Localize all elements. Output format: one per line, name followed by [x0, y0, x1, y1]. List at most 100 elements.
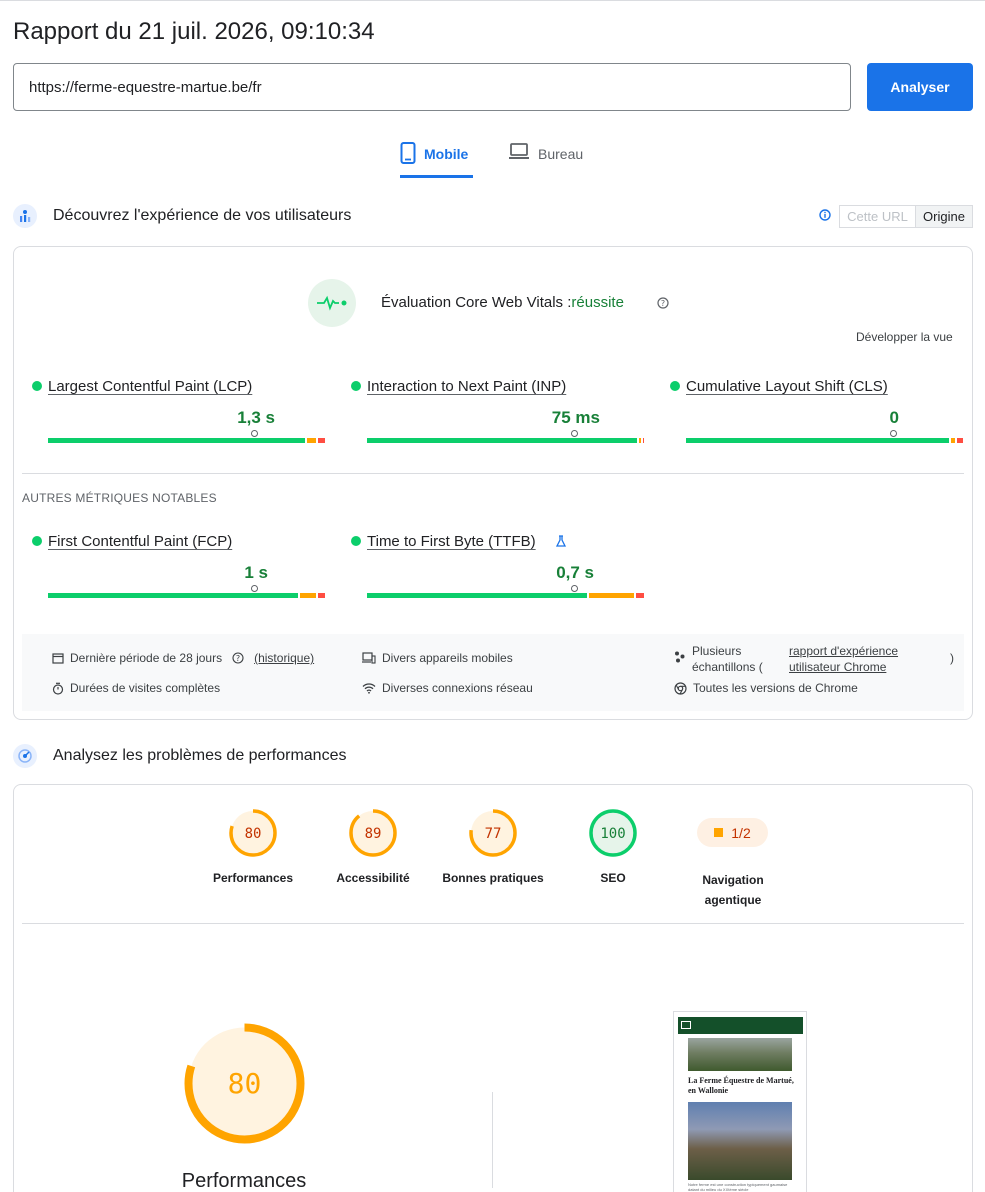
menu-icon: [681, 1021, 691, 1029]
cls-value: 0: [889, 408, 899, 427]
performance-big-label: Performances: [181, 1170, 307, 1192]
samples-icon: [675, 651, 685, 663]
expand-view-link[interactable]: Développer la vue: [856, 330, 953, 344]
score-gauge-label-3[interactable]: SEO: [553, 871, 673, 885]
fcp-distribution-bar: [48, 593, 325, 598]
tab-desktop-label: Bureau: [538, 146, 584, 162]
network-text: Diverses connexions réseau: [382, 681, 533, 695]
help-icon-period[interactable]: ?: [232, 652, 244, 664]
score-gauge-label-0[interactable]: Performances: [193, 871, 313, 885]
lcp-distribution-bar: [48, 438, 325, 443]
network-info: Diverses connexions réseau: [362, 681, 533, 695]
inp-distribution-bar: [367, 438, 645, 443]
svg-text:?: ?: [236, 654, 240, 663]
score-gauge-0[interactable]: 80: [229, 809, 277, 857]
info-icon[interactable]: [819, 209, 831, 221]
cls-marker: [890, 430, 897, 437]
fcp-label[interactable]: First Contentful Paint (FCP): [48, 533, 232, 550]
tab-mobile-label: Mobile: [424, 146, 469, 162]
lighthouse-divider: [22, 923, 964, 924]
inp-value: 75 ms: [551, 408, 600, 427]
crux-section-title: Découvrez l'expérience de vos utilisateu…: [53, 207, 352, 224]
analyze-button[interactable]: Analyser: [867, 63, 973, 111]
performance-big-gauge[interactable]: 80: [184, 1023, 305, 1144]
average-square-icon: [714, 828, 724, 837]
cls-distribution-bar: [686, 438, 963, 443]
samples-prefix: Plusieurs échantillons (: [692, 644, 763, 674]
tab-desktop[interactable]: Bureau: [508, 140, 588, 178]
history-link[interactable]: (historique): [254, 651, 314, 665]
cls-label[interactable]: Cumulative Layout Shift (CLS): [686, 378, 888, 395]
ttfb-status-dot: [351, 536, 361, 546]
experimental-flask-icon: [555, 535, 567, 547]
agentic-score-badge[interactable]: 1/2: [697, 818, 768, 847]
lcp-label[interactable]: Largest Contentful Paint (LCP): [48, 378, 252, 395]
calendar-icon: [52, 653, 64, 664]
samples-suffix: ): [950, 651, 954, 665]
vertical-divider: [492, 1092, 493, 1188]
lighthouse-icon: [13, 744, 37, 768]
timer-icon: [52, 682, 64, 695]
vitals-pulse-icon: [308, 279, 356, 327]
page-screenshot: La Ferme Équestre de Martué, en Wallonie…: [673, 1011, 807, 1192]
other-metrics-title: AUTRES MÉTRIQUES NOTABLES: [22, 491, 217, 505]
score-gauge-label-2[interactable]: Bonnes pratiques: [433, 871, 553, 885]
durations-text: Durées de visites complètes: [70, 681, 221, 695]
ttfb-value: 0,7 s: [556, 563, 594, 582]
fcp-marker: [251, 585, 258, 592]
toggle-this-url[interactable]: Cette URL: [839, 205, 916, 228]
help-icon[interactable]: ?: [657, 297, 669, 309]
smartphone-icon: [400, 142, 416, 164]
cwv-assessment: Évaluation Core Web Vitals :réussite: [381, 294, 624, 311]
lcp-marker: [251, 430, 258, 437]
chrome-icon: [674, 681, 687, 695]
url-input[interactable]: https://ferme-equestre-martue.be/fr: [13, 63, 851, 111]
svg-text:80: 80: [228, 1067, 262, 1100]
tab-mobile[interactable]: Mobile: [400, 140, 473, 178]
screenshot-hero-image: [688, 1038, 792, 1071]
toggle-origin[interactable]: Origine: [915, 205, 973, 228]
wifi-icon: [362, 683, 376, 694]
durations-info: Durées de visites complètes: [52, 681, 220, 695]
devices-info: Divers appareils mobiles: [362, 651, 513, 665]
agentic-label[interactable]: Navigation agentique: [693, 870, 773, 910]
crux-divider: [22, 473, 964, 474]
screenshot-farm-image: [688, 1102, 792, 1180]
crux-report-link[interactable]: rapport d'expérience utilisateur Chrome: [789, 643, 939, 675]
cls-status-dot: [670, 381, 680, 391]
agentic-score: 1/2: [731, 824, 751, 841]
score-gauge-label-1[interactable]: Accessibilité: [313, 871, 433, 885]
cwv-assessment-prefix: Évaluation Core Web Vitals :: [381, 294, 572, 311]
fcp-value: 1 s: [244, 563, 268, 582]
score-gauge-3[interactable]: 100: [589, 809, 637, 857]
score-gauge-number: 77: [485, 826, 502, 842]
period-info: Dernière période de 28 jours ? (historiq…: [52, 651, 314, 665]
inp-status-dot: [351, 381, 361, 391]
lcp-status-dot: [32, 381, 42, 391]
score-gauge-1[interactable]: 89: [349, 809, 397, 857]
ttfb-marker: [571, 585, 578, 592]
versions-info: Toutes les versions de Chrome: [674, 681, 858, 695]
laptop-icon: [509, 143, 529, 159]
lcp-value: 1,3 s: [237, 408, 275, 427]
ttfb-label[interactable]: Time to First Byte (TTFB): [367, 533, 536, 550]
fcp-status-dot: [32, 536, 42, 546]
screenshot-heading: La Ferme Équestre de Martué, en Wallonie: [688, 1076, 794, 1095]
page-title: Rapport du 21 juil. 2026, 09:10:34: [13, 18, 375, 45]
score-gauge-number: 100: [600, 826, 625, 842]
inp-label[interactable]: Interaction to Next Paint (INP): [367, 378, 566, 395]
devices-icon: [362, 652, 376, 664]
users-chart-icon: [13, 204, 37, 228]
inp-marker: [571, 430, 578, 437]
score-gauge-number: 89: [365, 826, 382, 842]
ttfb-distribution-bar: [367, 593, 644, 598]
versions-text: Toutes les versions de Chrome: [693, 681, 858, 695]
svg-text:?: ?: [661, 299, 665, 308]
period-text: Dernière période de 28 jours: [70, 651, 223, 665]
screenshot-body-text: Notre ferme est une construction typique…: [688, 1182, 788, 1192]
top-border: [0, 0, 985, 1]
screenshot-navbar: [678, 1017, 803, 1034]
devices-text: Divers appareils mobiles: [382, 651, 513, 665]
score-gauge-number: 80: [245, 826, 262, 842]
score-gauge-2[interactable]: 77: [469, 809, 517, 857]
